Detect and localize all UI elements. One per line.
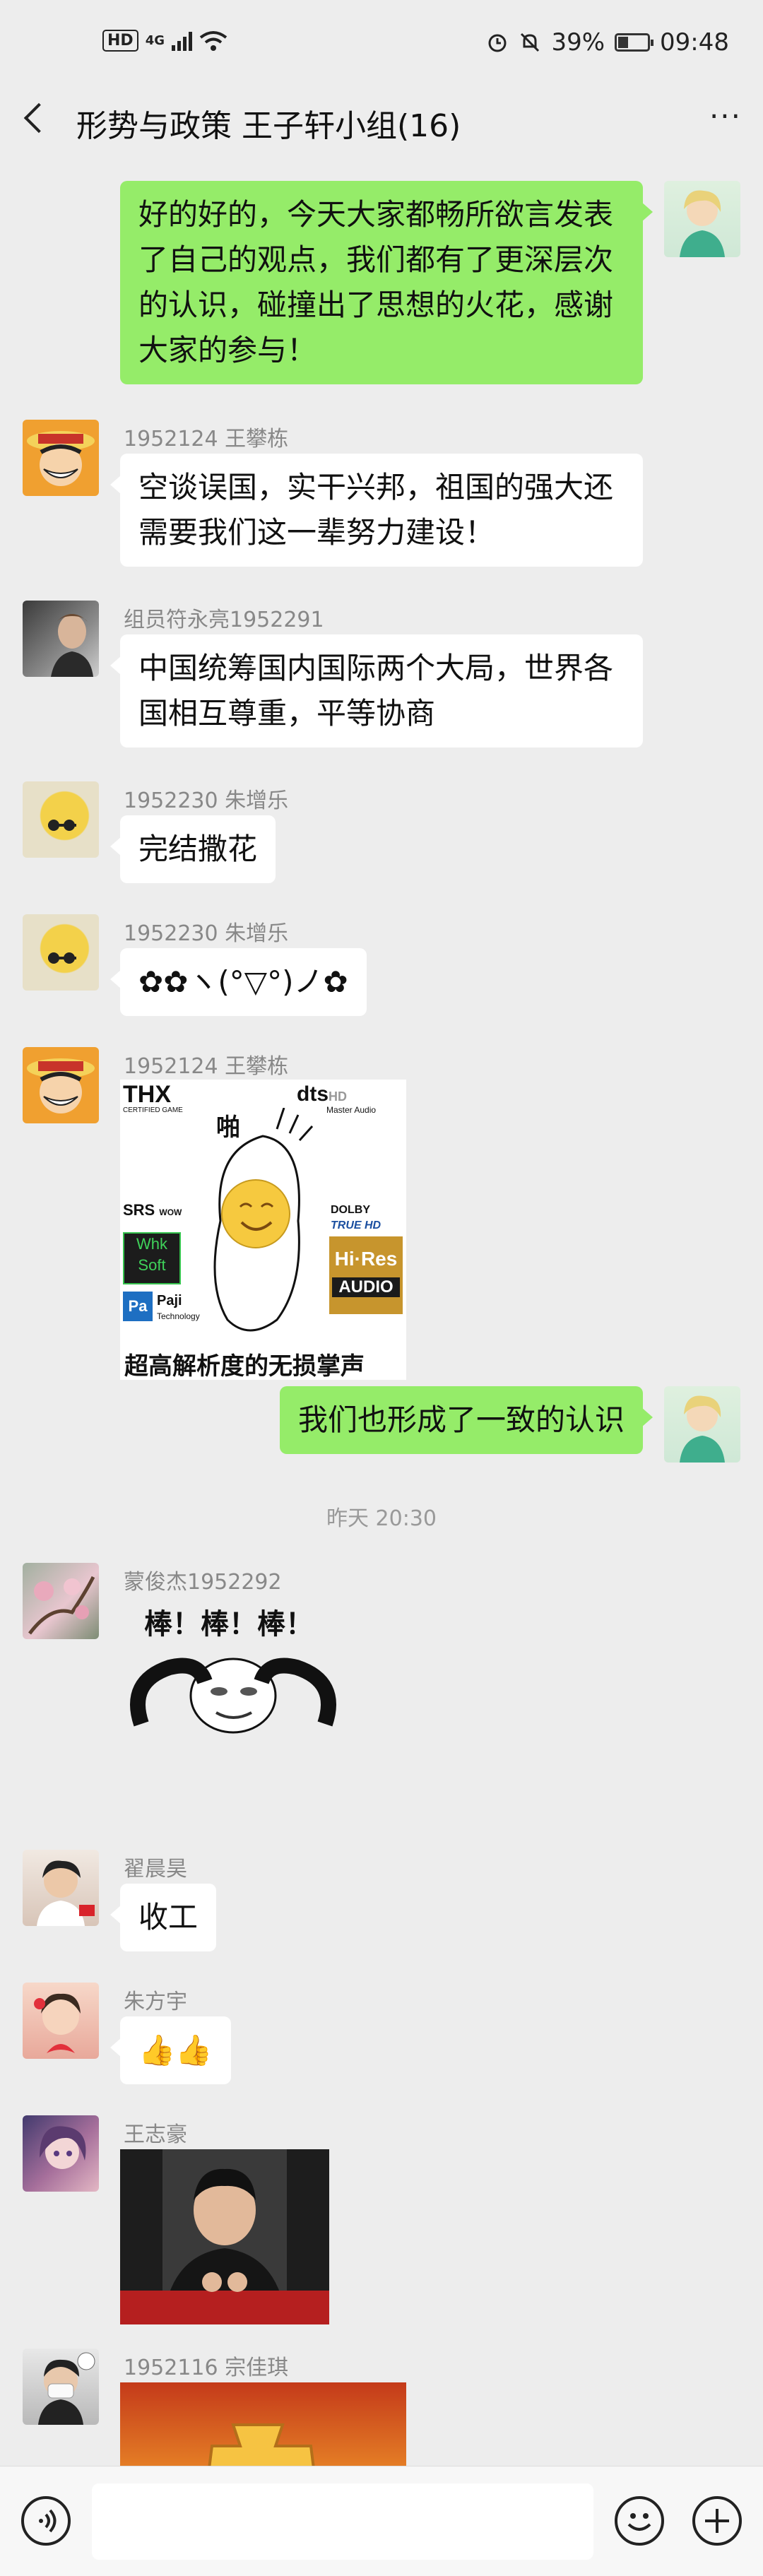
composer-bar xyxy=(0,2466,763,2576)
dts-subtitle: Master Audio xyxy=(326,1105,377,1115)
message-bubble[interactable]: ✿✿ヽ(°▽°)ノ✿ xyxy=(110,948,367,1016)
avatar[interactable] xyxy=(664,1386,740,1463)
message-bubble[interactable]: 中国统筹国内国际两个大局，世界各国相互尊重，平等协商 xyxy=(110,634,643,748)
sender-name: 1952230 朱增乐 xyxy=(124,788,289,813)
avatar[interactable] xyxy=(23,2348,99,2425)
sender-name: 翟晨昊 xyxy=(124,1857,187,1881)
message-list[interactable]: 好的好的，今天大家都畅所欲言发表了自己的观点，我们都有了更深层次的认识，碰撞出了… xyxy=(0,155,763,2466)
wifi-icon xyxy=(199,30,227,51)
network-type: 4G xyxy=(145,33,165,48)
dts-logo: dtsHD xyxy=(297,1082,347,1106)
paji-icon: Pa xyxy=(123,1292,153,1321)
sender-name: 1952124 王攀栋 xyxy=(124,1054,289,1079)
voice-icon[interactable] xyxy=(21,2496,71,2546)
timestamp: 昨天 20:30 xyxy=(326,1506,437,1531)
image-message[interactable] xyxy=(120,2149,329,2324)
avatar[interactable] xyxy=(23,420,99,496)
avatar[interactable] xyxy=(23,781,99,858)
photo-placeholder xyxy=(120,2149,329,2324)
thx-subtitle: CERTIFIED GAME xyxy=(123,1106,183,1114)
hires-logo: Hi·Res AUDIO xyxy=(329,1236,403,1314)
avatar[interactable] xyxy=(23,2115,99,2192)
more-icon[interactable]: ··· xyxy=(709,102,742,131)
whk-logo: Whk Soft xyxy=(123,1232,181,1284)
sender-name: 1952124 王攀栋 xyxy=(124,427,289,451)
hd-indicator: HD xyxy=(102,30,138,52)
sticker-caption: 棒！棒！棒！ xyxy=(144,1608,314,1641)
emoji-icon[interactable] xyxy=(615,2496,664,2546)
sender-name: 朱方宇 xyxy=(124,1990,187,2014)
avatar[interactable] xyxy=(664,181,740,257)
message-bubble[interactable]: 👍👍 xyxy=(110,2016,231,2084)
chat-header: 形势与政策 王子轩小组(16) ··· xyxy=(0,92,763,155)
message-bubble[interactable]: 好的好的，今天大家都畅所欲言发表了自己的观点，我们都有了更深层次的认识，碰撞出了… xyxy=(120,181,653,384)
avatar[interactable] xyxy=(23,1850,99,1926)
chat-title: 形势与政策 王子轩小组(16) xyxy=(76,108,461,144)
paji-subtitle: Technology xyxy=(157,1311,200,1321)
srs-logo: SRS WOW xyxy=(123,1201,182,1219)
battery-percent: 39% xyxy=(551,28,605,57)
clapping-figure xyxy=(213,1108,314,1332)
paji-logo: Paji xyxy=(157,1293,182,1308)
alarm-icon xyxy=(488,34,507,52)
message-bubble[interactable]: 收工 xyxy=(110,1884,217,1951)
sender-name: 蒙俊杰1952292 xyxy=(124,1570,282,1595)
avatar[interactable] xyxy=(23,601,99,677)
plus-icon[interactable] xyxy=(692,2496,742,2546)
clock: 09:48 xyxy=(660,28,729,57)
message-bubble[interactable]: 空谈误国，实干兴邦，祖国的强大还需要我们这一辈努力建设！ xyxy=(110,454,643,567)
avatar[interactable] xyxy=(23,1983,99,2059)
avatar[interactable] xyxy=(23,1563,99,1639)
sender-name: 1952116 宗佳琪 xyxy=(124,2356,289,2380)
mute-icon xyxy=(521,33,540,52)
battery-icon xyxy=(615,33,654,52)
photo-placeholder xyxy=(120,2382,406,2466)
avatar[interactable] xyxy=(23,914,99,991)
thx-logo: THX xyxy=(123,1081,171,1108)
avatar[interactable] xyxy=(23,1047,99,1123)
back-icon[interactable] xyxy=(23,102,54,134)
status-bar: HD 4G 39% 09:48 xyxy=(0,0,763,92)
signal-icon xyxy=(172,31,192,51)
sticker-caption: 超高解析度的无损掌声 xyxy=(124,1352,365,1380)
sticker-image[interactable]: THX CERTIFIED GAME dtsHD Master Audio 啪 … xyxy=(120,1080,406,1380)
image-message[interactable] xyxy=(120,2382,406,2466)
sticker-image[interactable]: 棒！棒！棒！ xyxy=(120,1597,346,1738)
panda-meme xyxy=(130,1658,336,1734)
sender-name: 王志豪 xyxy=(124,2122,187,2147)
sender-name: 1952230 朱增乐 xyxy=(124,921,289,946)
truehd-logo: TRUE HD xyxy=(331,1219,382,1231)
message-bubble[interactable]: 完结撒花 xyxy=(110,815,276,883)
message-input[interactable] xyxy=(92,2483,593,2560)
message-bubble[interactable]: 我们也形成了一致的认识 xyxy=(279,1386,653,1454)
sender-name: 组员符永亮1952291 xyxy=(124,608,324,632)
dolby-logo: DOLBY xyxy=(331,1204,370,1216)
